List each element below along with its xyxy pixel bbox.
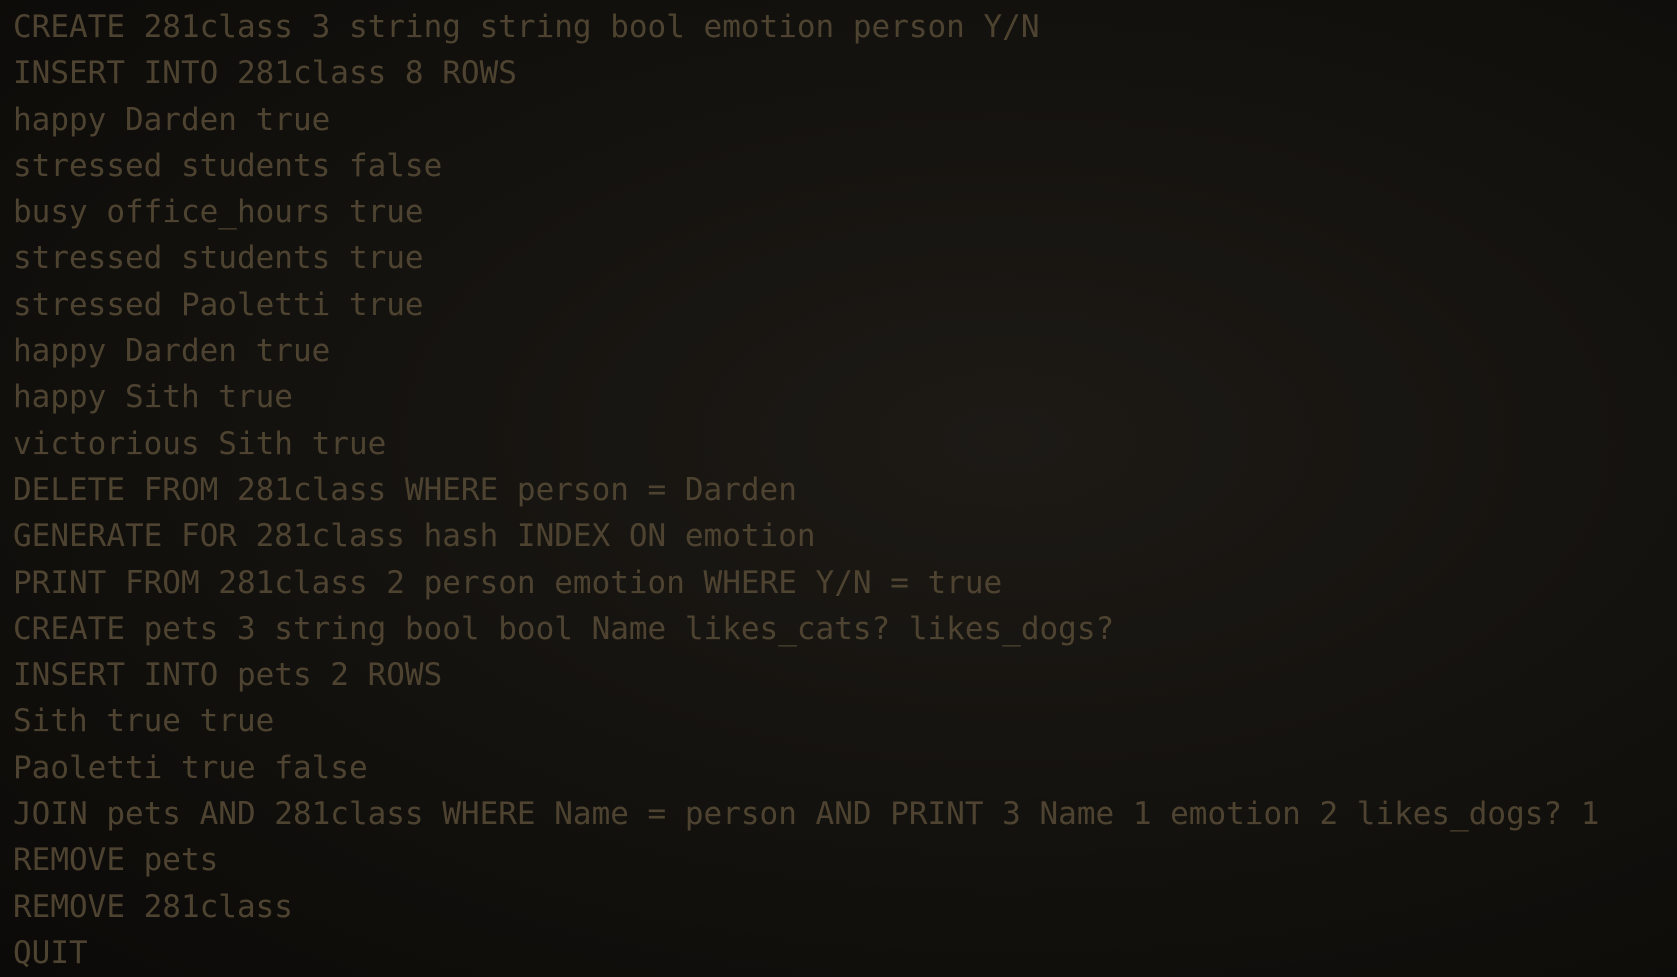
terminal-line: happy Darden true <box>13 333 331 370</box>
terminal-line: CREATE 281class 3 string string bool emo… <box>13 9 1040 45</box>
terminal-line: DELETE FROM 281class WHERE person = Dard… <box>13 471 797 508</box>
terminal-line: GENERATE FOR 281class hash INDEX ON emot… <box>13 518 816 555</box>
terminal-line: stressed Paoletti true <box>13 286 424 323</box>
terminal-line: INSERT INTO pets 2 ROWS <box>13 657 443 694</box>
terminal-line: JOIN pets AND 281class WHERE Name = pers… <box>13 796 1600 833</box>
terminal-line: busy office_hours true <box>13 194 424 231</box>
terminal-line: stressed students false <box>13 147 443 184</box>
terminal-line: CREATE pets 3 string bool bool Name like… <box>13 610 1115 647</box>
terminal-window: CREATE 281class 3 string string bool emo… <box>0 0 1677 977</box>
terminal-line: happy Darden true <box>13 101 331 138</box>
terminal-line: REMOVE pets <box>13 842 219 879</box>
terminal-line: QUIT <box>13 934 88 971</box>
terminal-line: REMOVE 281class <box>13 888 293 925</box>
terminal-line: happy Sith true <box>13 379 293 416</box>
terminal-line: victorious Sith true <box>13 425 387 462</box>
terminal-line: PRINT FROM 281class 2 person emotion WHE… <box>13 564 1003 601</box>
terminal-line: stressed students true <box>13 240 424 277</box>
terminal-line: Sith true true <box>13 703 275 740</box>
terminal-line: Paoletti true false <box>13 749 368 786</box>
terminal-line: INSERT INTO 281class 8 ROWS <box>13 55 517 92</box>
